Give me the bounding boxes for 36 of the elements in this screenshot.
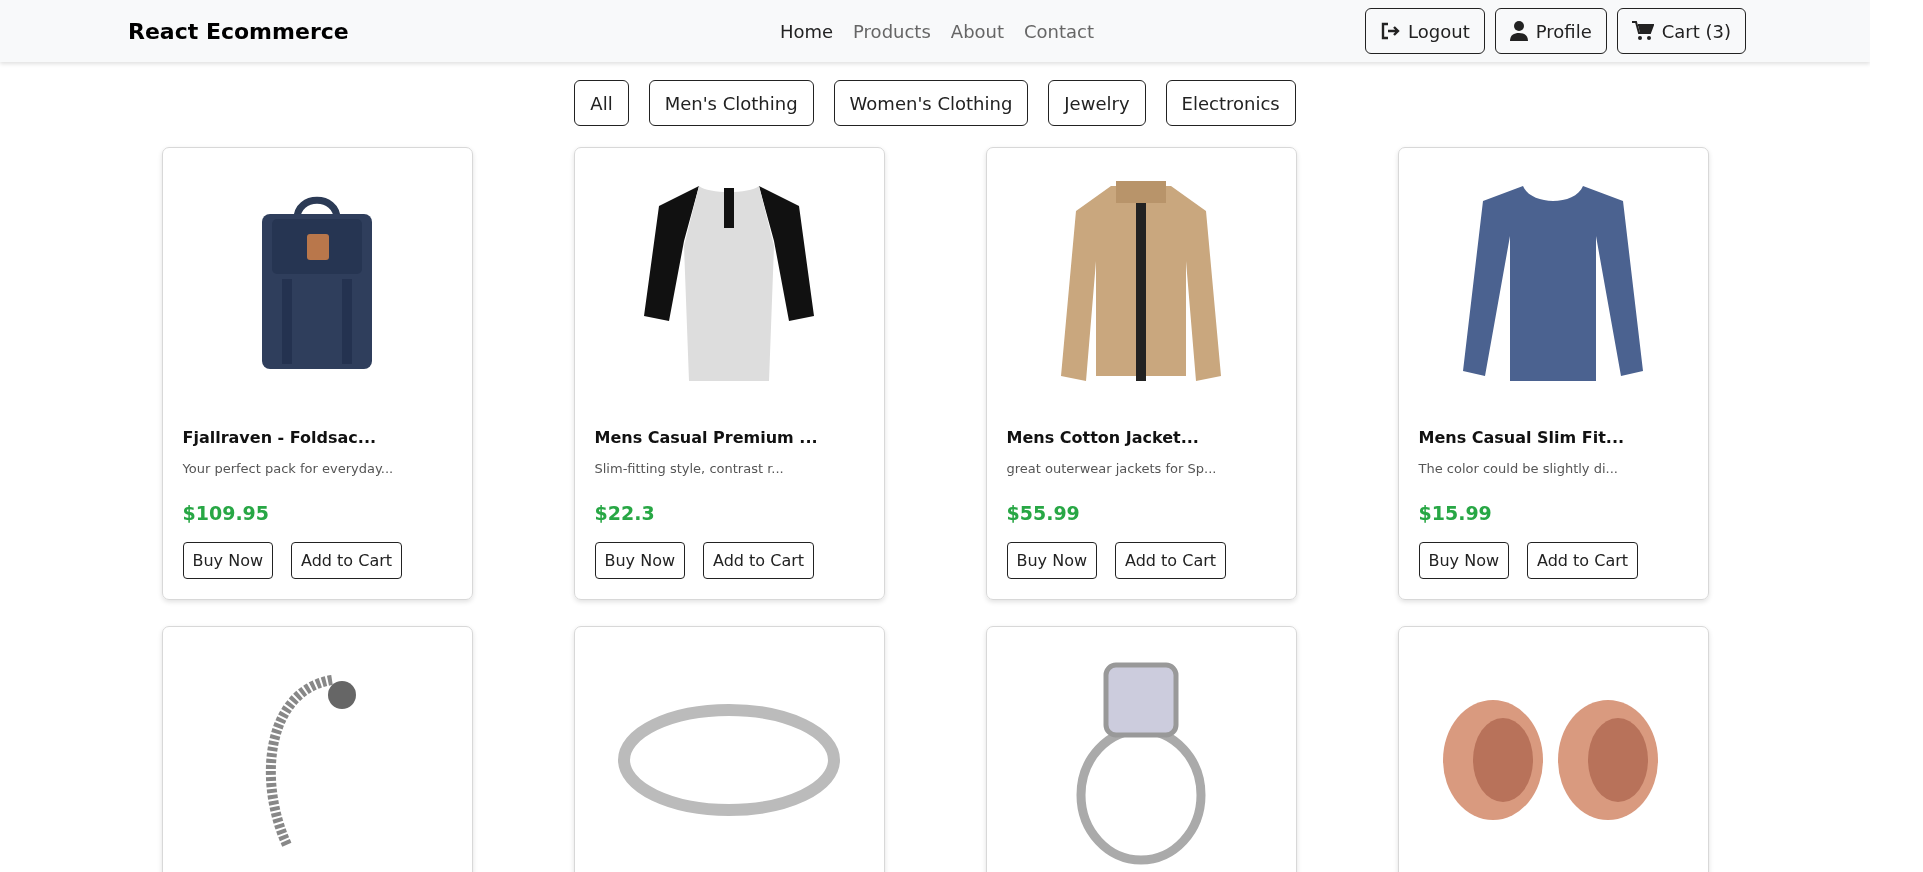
product-price: $55.99 [1006, 502, 1081, 524]
product-title: Mens Casual Premium ... [594, 428, 819, 447]
buy-now-button[interactable]: Buy Now [182, 542, 273, 579]
product-price: $22.3 [594, 502, 656, 524]
add-to-cart-button[interactable]: Add to Cart [1527, 542, 1639, 579]
buy-now-button[interactable]: Buy Now [1418, 542, 1509, 579]
profile-button[interactable]: Profile [1494, 8, 1607, 54]
add-to-cart-button[interactable]: Add to Cart [291, 542, 403, 579]
cart-button[interactable]: Cart (3) [1616, 8, 1746, 54]
product-price: $15.99 [1418, 502, 1493, 524]
add-to-cart-button[interactable]: Add to Cart [1115, 542, 1227, 579]
filter-button[interactable]: Men's Clothing [648, 80, 814, 126]
product-description: The color could be slightly di... [1418, 461, 1619, 476]
nav-link[interactable]: Products [853, 20, 931, 42]
product-title: Mens Casual Slim Fit... [1418, 428, 1626, 447]
buy-now-button[interactable]: Buy Now [1006, 542, 1097, 579]
filter-button[interactable]: All [574, 80, 629, 126]
filter-button[interactable]: Jewelry [1048, 80, 1146, 126]
product-price: $109.95 [182, 502, 271, 524]
buy-now-button[interactable]: Buy Now [594, 542, 685, 579]
logout-button[interactable]: Logout [1365, 8, 1485, 54]
logout-icon [1380, 22, 1401, 40]
add-to-cart-button[interactable]: Add to Cart [703, 542, 815, 579]
product-description: great outerwear jackets for Sp... [1006, 461, 1218, 476]
product-description: Your perfect pack for everyday... [182, 461, 395, 476]
product-description: Slim-fitting style, contrast r... [594, 461, 785, 476]
filter-button[interactable]: Electronics [1165, 80, 1296, 126]
brand-title[interactable]: React Ecommerce [128, 18, 780, 44]
product-title: Fjallraven - Foldsac... [182, 428, 378, 447]
cart-icon [1631, 21, 1654, 41]
nav-link[interactable]: Contact [1024, 20, 1095, 42]
nav-link[interactable]: Home [779, 20, 834, 42]
user-icon [1509, 21, 1528, 41]
product-title: Mens Cotton Jacket... [1006, 428, 1200, 447]
nav-link[interactable]: About [950, 20, 1005, 42]
filter-button[interactable]: Women's Clothing [833, 80, 1029, 126]
